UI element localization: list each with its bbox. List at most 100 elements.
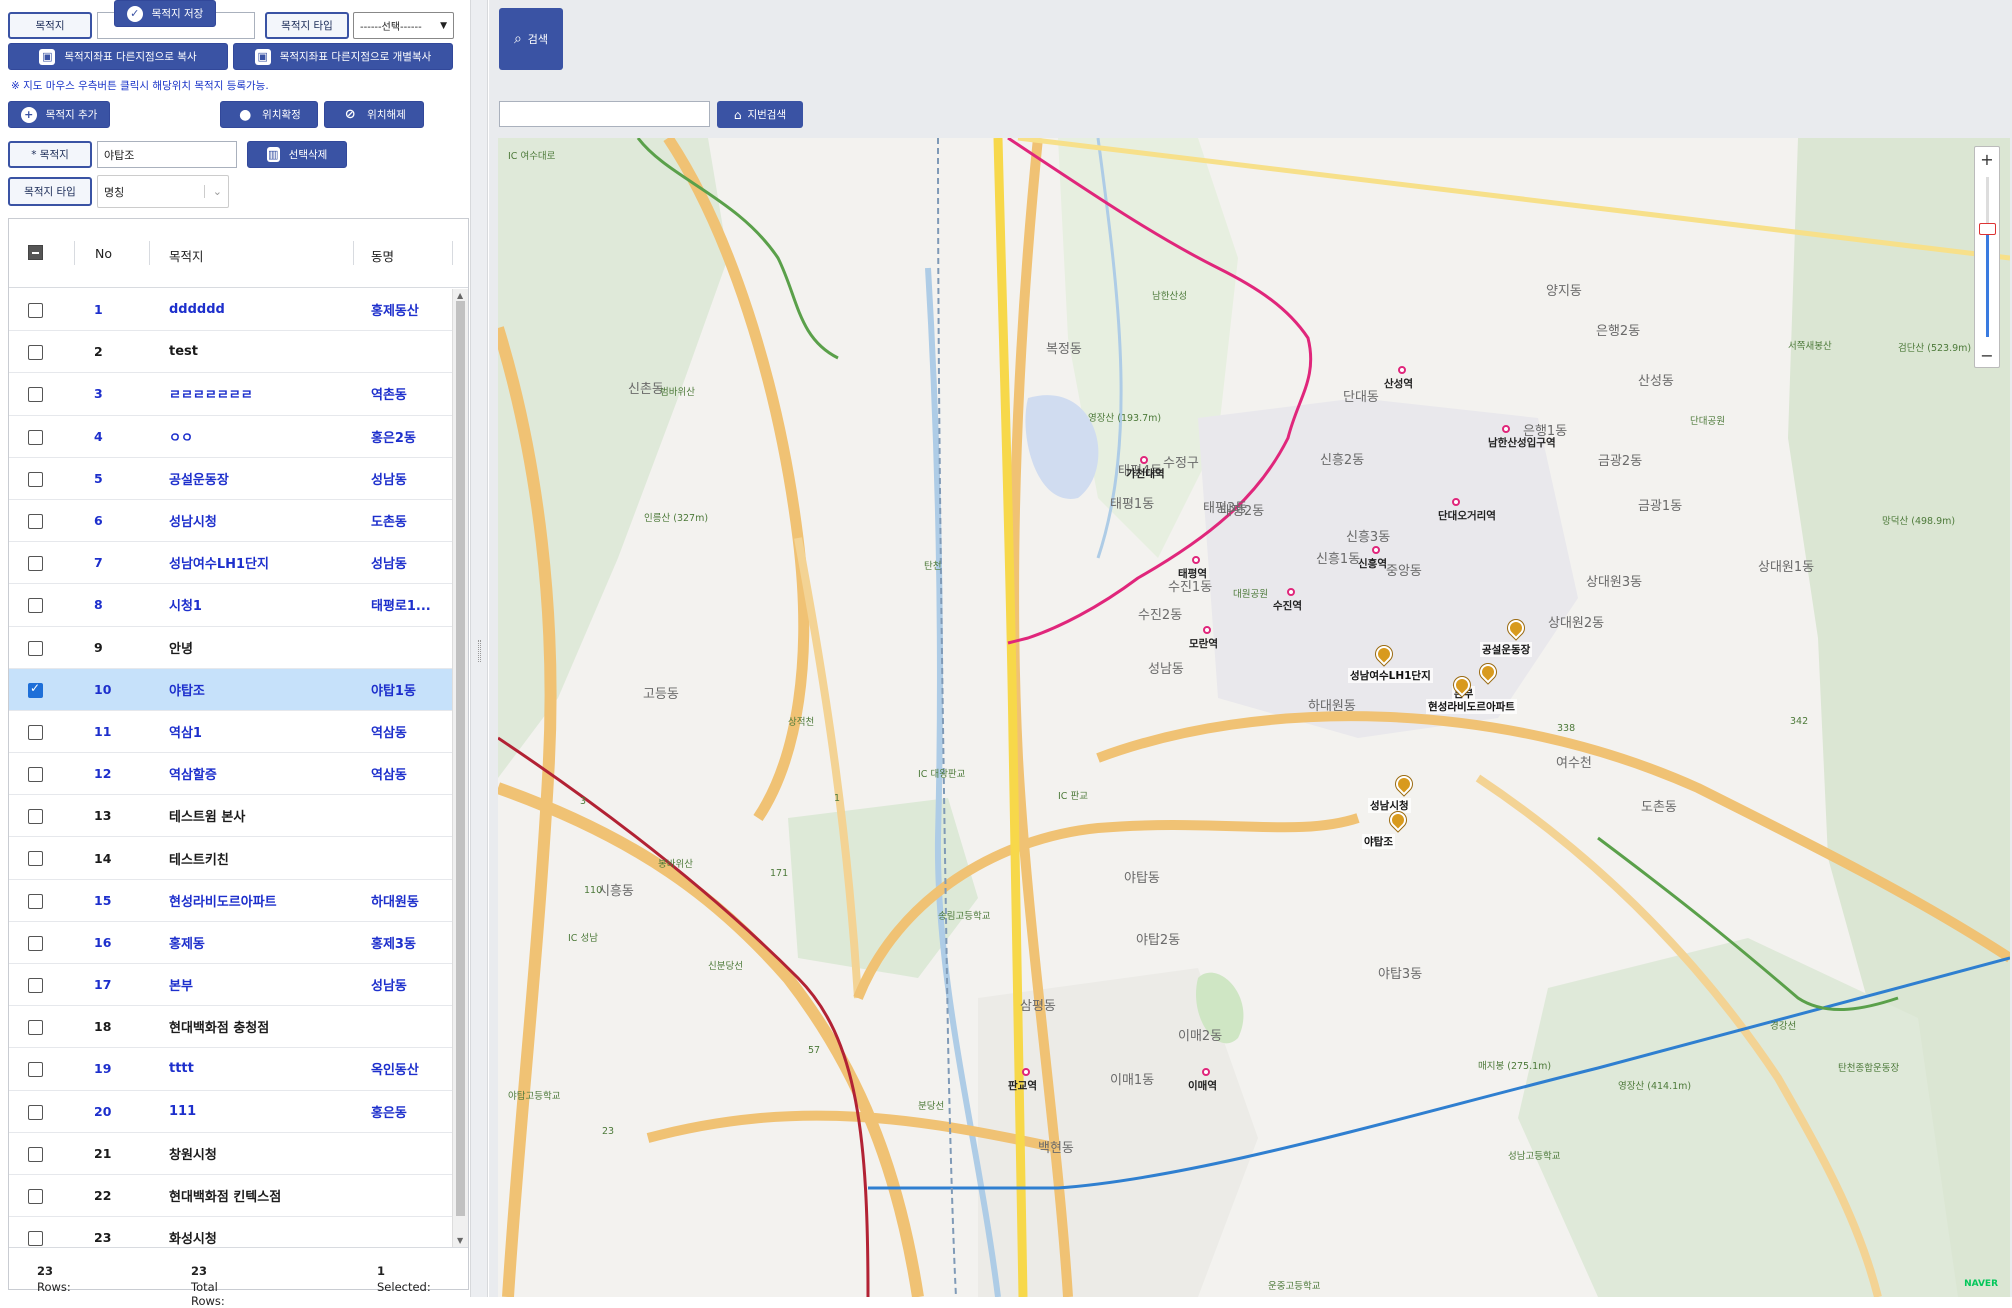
- row-checkbox[interactable]: [28, 513, 43, 529]
- table-row[interactable]: 2 test: [9, 331, 452, 374]
- zoom-in-icon[interactable]: +: [1975, 147, 1999, 171]
- zoom-out-icon[interactable]: −: [1975, 343, 1999, 367]
- map-marker-label[interactable]: 성남시청: [1368, 798, 1411, 813]
- table-row[interactable]: 11 역삼1 역삼동: [9, 711, 452, 754]
- row-checkbox[interactable]: [28, 809, 43, 825]
- table-row[interactable]: 22 현대백화점 킨텍스점: [9, 1175, 452, 1218]
- row-checkbox[interactable]: [28, 640, 43, 656]
- row-checkbox[interactable]: [28, 893, 43, 909]
- map-poi-label: 분당선: [918, 1101, 945, 1112]
- map-search-button[interactable]: ⌕ 검색: [499, 8, 563, 70]
- table-row[interactable]: 9 안녕: [9, 627, 452, 669]
- table-row[interactable]: 14 테스트키친: [9, 837, 452, 880]
- map-canvas[interactable]: [498, 138, 2010, 1297]
- table-row[interactable]: 16 홍제동 홍제3동: [9, 922, 452, 964]
- address-search-button[interactable]: ⌂ 지번검색: [717, 101, 803, 128]
- table-row[interactable]: 19 tttt 옥인동산: [9, 1048, 452, 1091]
- table-row[interactable]: 13 테스트윔 본사: [9, 795, 452, 838]
- table-row[interactable]: 18 현대백화점 충청점: [9, 1006, 452, 1049]
- row-dong: 태평로1...: [371, 599, 431, 615]
- row-checkbox[interactable]: [28, 935, 43, 951]
- table-row[interactable]: 1 dddddd 홍제동산: [9, 289, 452, 332]
- zoom-slider-handle[interactable]: [1979, 223, 1996, 235]
- map-view[interactable]: 복정동 양지동 은행2동 산성동 단대동 은행1동 태평4동 수정구 태평2동 태평1동 태평3동 금…: [498, 138, 2010, 1297]
- row-checkbox[interactable]: [28, 1146, 43, 1162]
- dest-type-label-button[interactable]: 목적지 타입: [265, 12, 349, 39]
- row-checkbox[interactable]: [28, 1231, 43, 1247]
- scroll-down-icon[interactable]: ▼: [457, 1236, 463, 1245]
- row-checkbox[interactable]: [28, 556, 43, 572]
- row-no: 8: [94, 597, 103, 613]
- delete-selected-button[interactable]: ▥ 선택삭제: [247, 141, 347, 168]
- scroll-thumb[interactable]: [456, 301, 465, 1216]
- splitter-grip-icon[interactable]: [478, 640, 481, 662]
- row-checkbox[interactable]: [28, 978, 43, 993]
- row-checkbox[interactable]: [28, 387, 43, 403]
- map-poi-label: 상적천: [788, 717, 815, 728]
- map-station-label: 이매역: [1188, 1080, 1217, 1092]
- grid-scrollbar[interactable]: ▲ ▼: [452, 289, 468, 1247]
- map-area-label: 백현동: [1038, 1141, 1074, 1156]
- release-location-button[interactable]: ⊘ 위치해제: [324, 101, 424, 128]
- zoom-control[interactable]: + −: [1974, 146, 2000, 368]
- table-row[interactable]: 3 ㄹㄹㄹㄹㄹㄹㄹ 역촌동: [9, 373, 452, 416]
- row-dong: 하대원동: [371, 894, 419, 910]
- map-poi-label: 범바위산: [660, 387, 695, 398]
- dest-label-button[interactable]: 목적지: [8, 12, 92, 39]
- copy-each-button[interactable]: ▣ 목적지좌표 다른지점으로 개별복사: [233, 43, 453, 70]
- row-checkbox[interactable]: [28, 345, 43, 361]
- dest-type-select[interactable]: ------선택------ ▼: [353, 12, 454, 39]
- map-marker-label[interactable]: 현성라비도르아파트: [1426, 699, 1517, 714]
- table-row[interactable]: 8 시청1 태평로1...: [9, 584, 452, 627]
- row-checkbox[interactable]: [28, 767, 43, 783]
- scroll-up-icon[interactable]: ▲: [457, 291, 463, 300]
- grid-footer: Rows: 23 Total Rows: 23 Selected: 1: [9, 1247, 468, 1308]
- table-row[interactable]: 12 역삼할증 역삼동: [9, 753, 452, 796]
- row-checkbox[interactable]: [28, 429, 43, 445]
- map-marker-label[interactable]: 공설운동장: [1480, 642, 1533, 657]
- row-destination: 성남시청: [169, 515, 217, 531]
- map-area-label: 수진2동: [1138, 608, 1183, 623]
- row-checkbox[interactable]: [28, 1020, 43, 1036]
- column-header-no[interactable]: No: [95, 246, 112, 261]
- table-row[interactable]: 7 성남여수LH1단지 성남동: [9, 542, 452, 585]
- row-checkbox[interactable]: [28, 851, 43, 867]
- row-checkbox[interactable]: [28, 1104, 43, 1120]
- station-icon: [1287, 588, 1295, 596]
- add-destination-button[interactable]: + 목적지 추가: [8, 101, 110, 128]
- copy-multi-button[interactable]: ▣ 목적지좌표 다른지점으로 복사: [8, 43, 228, 70]
- map-marker-label[interactable]: 야탑조: [1362, 834, 1395, 849]
- table-row[interactable]: 10 야탑조 야탑1동: [9, 668, 452, 711]
- table-row[interactable]: 15 현성라비도르아파트 하대원동: [9, 880, 452, 922]
- table-row[interactable]: 5 공설운동장 성남동: [9, 458, 452, 500]
- row-checkbox[interactable]: [28, 471, 43, 487]
- map-station-label: 수진역: [1273, 600, 1302, 612]
- map-poi-label: 영장산 (414.1m): [1618, 1081, 1692, 1092]
- column-header-dest[interactable]: 목적지: [169, 246, 204, 265]
- row-checkbox[interactable]: [28, 303, 43, 318]
- table-row[interactable]: 6 성남시청 도촌동: [9, 500, 452, 543]
- select-all-checkbox[interactable]: [28, 245, 43, 260]
- row-checkbox[interactable]: [28, 598, 43, 614]
- confirm-location-button[interactable]: ● 위치확정: [220, 101, 318, 128]
- row-checkbox[interactable]: [28, 681, 43, 698]
- table-row[interactable]: 20 111 홍은동: [9, 1091, 452, 1133]
- table-row[interactable]: 4 ㅇㅇ 홍은2동: [9, 416, 452, 458]
- row-no: 18: [94, 1019, 112, 1035]
- save-destination-button[interactable]: ✓ 목적지 저장: [114, 0, 216, 27]
- row-destination: tttt: [169, 1061, 194, 1077]
- row-checkbox[interactable]: [28, 724, 43, 740]
- panel-splitter[interactable]: [470, 0, 488, 1297]
- row-destination: 111: [169, 1103, 197, 1119]
- column-header-dong[interactable]: 동명: [371, 246, 394, 265]
- dest-name-input[interactable]: 야탑조: [97, 141, 237, 168]
- table-row[interactable]: 23 화성시청: [9, 1217, 452, 1247]
- row-checkbox[interactable]: [28, 1062, 43, 1078]
- row-checkbox[interactable]: [28, 1188, 43, 1204]
- address-search-input[interactable]: [499, 101, 710, 127]
- map-marker-label[interactable]: 성남여수LH1단지: [1348, 668, 1433, 683]
- table-row[interactable]: 17 본부 성남동: [9, 964, 452, 1007]
- dest-type-form-select[interactable]: 명칭 ⌄: [97, 175, 229, 208]
- table-row[interactable]: 21 창원시청: [9, 1133, 452, 1175]
- row-destination: 역삼1: [169, 725, 202, 741]
